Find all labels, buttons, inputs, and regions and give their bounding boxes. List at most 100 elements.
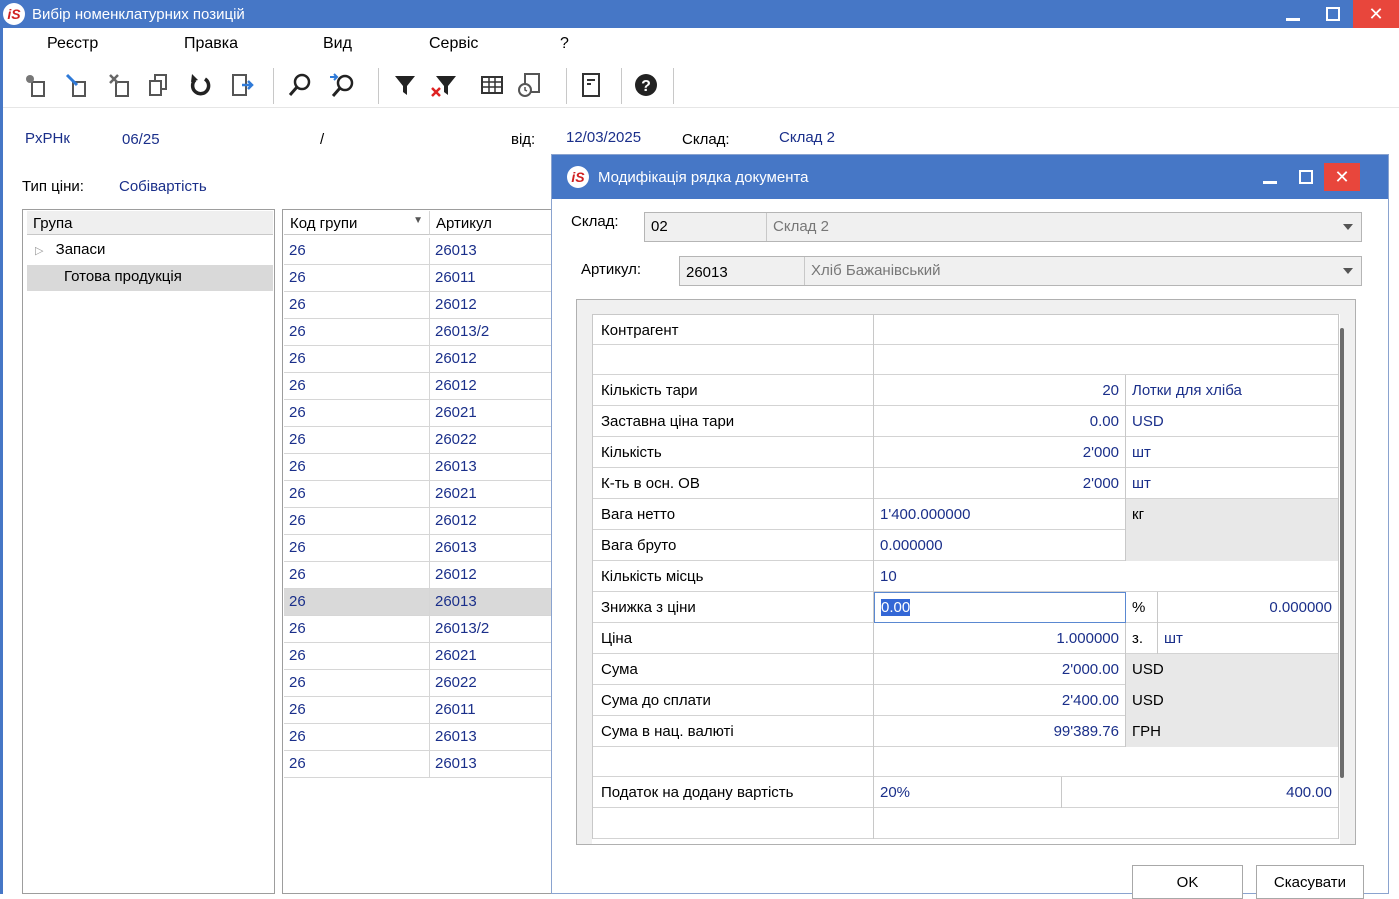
table-row[interactable]: 26 26011 xyxy=(284,265,554,292)
tare-price-field[interactable]: 0.00 xyxy=(874,406,1126,437)
discount-field[interactable]: 0.00 xyxy=(874,592,1126,623)
warehouse-combo[interactable]: 02 Склад 2 xyxy=(644,212,1362,242)
cell-group-code: 26 xyxy=(284,751,430,778)
search-next-button[interactable] xyxy=(325,66,359,104)
edit-button[interactable] xyxy=(61,66,95,104)
tare-price-currency[interactable]: USD xyxy=(1126,406,1339,437)
table-row[interactable]: 26 26013 xyxy=(284,589,554,616)
refresh-button[interactable] xyxy=(183,66,217,104)
copy-button[interactable] xyxy=(141,66,175,104)
row-sum-national: Сума в нац. валюті 99'389.76 ГРН xyxy=(592,716,1339,747)
menu-service[interactable]: Сервіс xyxy=(429,35,478,53)
doc-number: 06/25 xyxy=(122,131,160,148)
table-row[interactable]: 26 26021 xyxy=(284,400,554,427)
table-row[interactable]: 26 26013 xyxy=(284,535,554,562)
sum-to-pay-field[interactable]: 2'400.00 xyxy=(874,685,1126,716)
price-type-label: Тип ціни: xyxy=(22,178,84,195)
vat-amount-field[interactable]: 400.00 xyxy=(1062,777,1339,808)
cell-article: 26022 xyxy=(430,670,554,697)
table-row[interactable]: 26 26022 xyxy=(284,427,554,454)
qty-base-unit[interactable]: шт xyxy=(1126,468,1339,499)
gross-weight-field[interactable]: 0.000000 xyxy=(874,530,1126,561)
close-button[interactable]: ✕ xyxy=(1353,0,1399,28)
minimize-icon xyxy=(1263,180,1277,184)
price-label: Ціна xyxy=(592,623,874,654)
maximize-button[interactable] xyxy=(1313,0,1353,28)
table-row[interactable]: 26 26012 xyxy=(284,346,554,373)
qty-unit[interactable]: шт xyxy=(1126,437,1339,468)
document-button[interactable] xyxy=(574,66,608,104)
edit-icon xyxy=(65,73,86,97)
help-button[interactable]: ? xyxy=(629,66,663,104)
menu-edit[interactable]: Правка xyxy=(184,35,238,53)
counterparty-field[interactable] xyxy=(874,315,1339,346)
tare-qty-unit[interactable]: Лотки для хліба xyxy=(1126,375,1339,406)
cell-group-code: 26 xyxy=(284,643,430,670)
minimize-button[interactable] xyxy=(1273,0,1313,28)
dropdown-arrow-icon[interactable] xyxy=(1343,268,1353,274)
row-sum: Сума 2'000.00 USD xyxy=(592,654,1339,685)
window-left-border xyxy=(0,28,3,894)
table-row[interactable]: 26 26021 xyxy=(284,481,554,508)
sum-label: Сума xyxy=(592,654,874,685)
dropdown-arrow-icon[interactable] xyxy=(1343,224,1353,230)
expand-arrow-icon[interactable]: ▷ xyxy=(35,245,43,257)
cell-article: 26012 xyxy=(430,562,554,589)
qty-base-field[interactable]: 2'000 xyxy=(874,468,1126,499)
cell-article: 26013/2 xyxy=(430,616,554,643)
vat-label: Податок на додану вартість xyxy=(592,777,874,808)
cell-group-code: 26 xyxy=(284,373,430,400)
column-header-article[interactable]: Артикул xyxy=(430,211,554,235)
places-field[interactable]: 10 xyxy=(874,561,1339,592)
tree-item-finished-goods[interactable]: Готова продукція xyxy=(27,265,273,291)
app-logo-icon: iS xyxy=(564,163,592,191)
delete-button[interactable] xyxy=(104,66,138,104)
table-row[interactable]: 26 26021 xyxy=(284,643,554,670)
sum-national-field[interactable]: 99'389.76 xyxy=(874,716,1126,747)
discount-label: Знижка з ціни xyxy=(592,592,874,623)
search-button[interactable] xyxy=(283,66,317,104)
column-header-group-code[interactable]: Код групи ▼ xyxy=(284,211,430,235)
table-row[interactable]: 26 26013 xyxy=(284,751,554,778)
new-icon xyxy=(26,75,45,97)
sum-field[interactable]: 2'000.00 xyxy=(874,654,1126,685)
table-row[interactable]: 26 26013 xyxy=(284,238,554,265)
table-row[interactable]: 26 26012 xyxy=(284,508,554,535)
refresh-icon xyxy=(190,74,211,96)
menu-registry[interactable]: Реєстр xyxy=(47,35,98,53)
new-button[interactable] xyxy=(20,66,54,104)
table-row[interactable]: 26 26012 xyxy=(284,373,554,400)
net-weight-field[interactable]: 1'400.000000 xyxy=(874,499,1126,530)
fields-scrollbar[interactable] xyxy=(1340,328,1344,778)
discount-unit[interactable]: % xyxy=(1126,592,1158,623)
table-row[interactable]: 26 26013 xyxy=(284,724,554,751)
dialog-close-button[interactable]: ✕ xyxy=(1324,163,1360,191)
price-field[interactable]: 1.000000 xyxy=(874,623,1126,654)
article-combo[interactable]: 26013 Хліб Бажанівський xyxy=(679,256,1362,286)
clear-filter-button[interactable] xyxy=(427,66,461,104)
dialog-maximize-button[interactable] xyxy=(1288,163,1324,191)
table-row[interactable]: 26 26011 xyxy=(284,697,554,724)
table-row[interactable]: 26 26013 xyxy=(284,454,554,481)
menu-help[interactable]: ? xyxy=(560,35,569,53)
menu-view[interactable]: Вид xyxy=(323,35,352,53)
price-unit[interactable]: шт xyxy=(1158,623,1339,654)
table-row[interactable]: 26 26022 xyxy=(284,670,554,697)
table-row[interactable]: 26 26012 xyxy=(284,562,554,589)
groups-header[interactable]: Група xyxy=(27,211,273,235)
cell-article: 26012 xyxy=(430,373,554,400)
discount-amount-field[interactable]: 0.000000 xyxy=(1158,592,1339,623)
tare-qty-field[interactable]: 20 xyxy=(874,375,1126,406)
qty-field[interactable]: 2'000 xyxy=(874,437,1126,468)
filter-button[interactable] xyxy=(388,66,422,104)
table-row[interactable]: 26 26013/2 xyxy=(284,616,554,643)
cell-group-code: 26 xyxy=(284,319,430,346)
table-row[interactable]: 26 26013/2 xyxy=(284,319,554,346)
table-row[interactable]: 26 26012 xyxy=(284,292,554,319)
vat-rate-field[interactable]: 20% xyxy=(874,777,1062,808)
export-button[interactable] xyxy=(225,66,259,104)
dialog-minimize-button[interactable] xyxy=(1252,163,1288,191)
table-view-button[interactable] xyxy=(475,66,509,104)
history-button[interactable] xyxy=(513,66,547,104)
tree-item-inventory[interactable]: ▷ Запаси xyxy=(27,238,273,264)
